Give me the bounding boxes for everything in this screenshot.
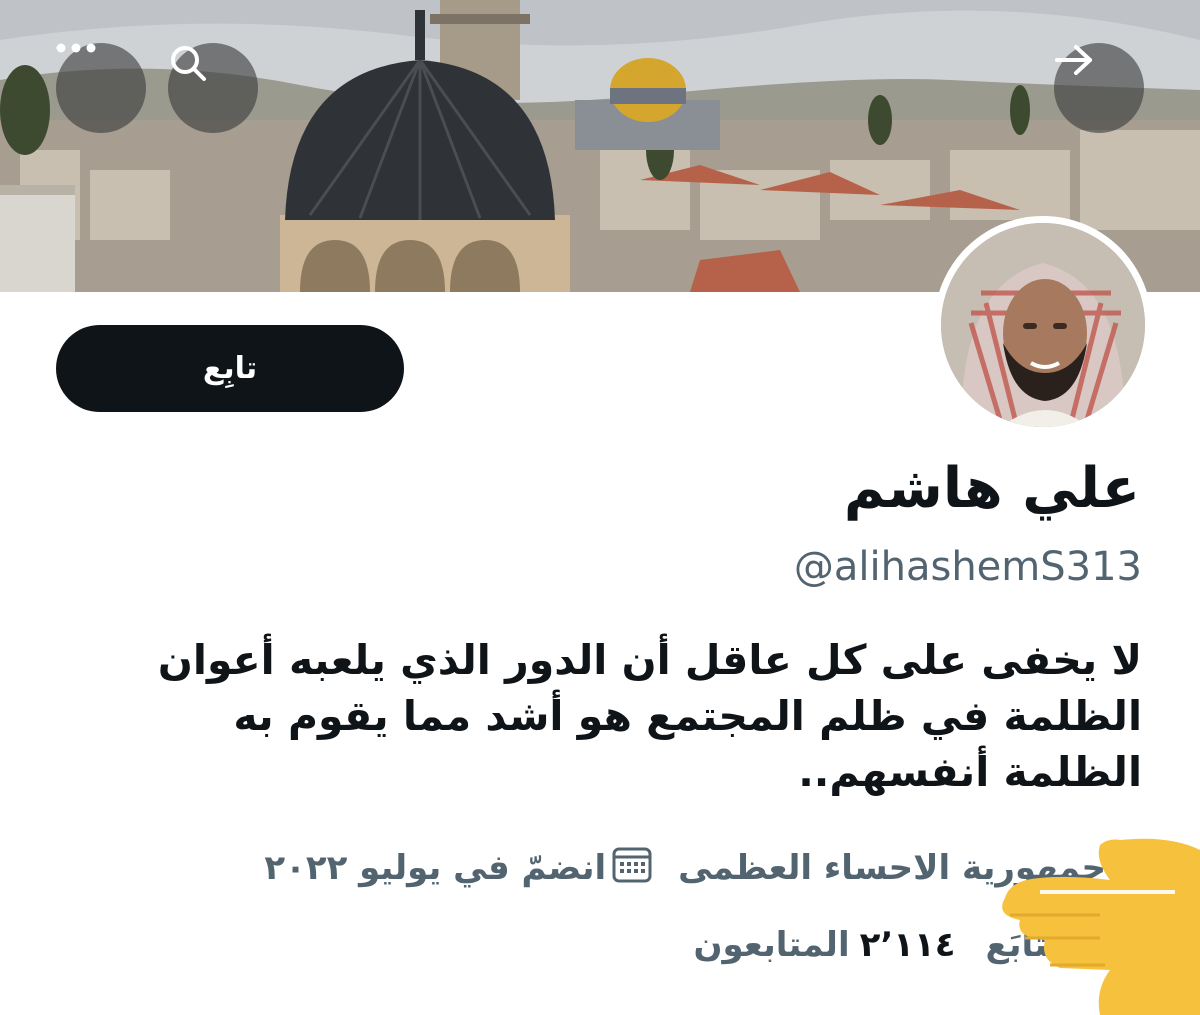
followers-stat[interactable]: ٢٬١١٤ المتابعون xyxy=(693,925,955,965)
display-name: علي هاشم xyxy=(843,456,1140,521)
followers-label: المتابعون xyxy=(693,925,850,965)
back-button[interactable] xyxy=(1054,43,1144,133)
profile-joined: انضمّ في يوليو ٢٠٢٢ xyxy=(264,845,652,892)
search-button[interactable] xyxy=(168,43,258,133)
user-handle: @alihashemS313 xyxy=(793,544,1142,590)
calendar-icon xyxy=(612,845,652,892)
profile-meta: جمهورية الاحساء العظمى انضمّ في يوليو ٢٠… xyxy=(100,838,1140,898)
more-options-button[interactable] xyxy=(56,43,146,133)
avatar xyxy=(941,223,1145,427)
profile-bio: لا يخفى على كل عاقل أن الدور الذي يلعبه … xyxy=(157,636,1142,796)
pointing-hand-icon xyxy=(1000,820,1200,1015)
profile-avatar[interactable] xyxy=(934,216,1152,434)
followers-count: ٢٬١١٤ xyxy=(859,925,956,965)
joined-text: انضمّ في يوليو ٢٠٢٢ xyxy=(264,848,607,888)
follow-button[interactable]: تابِع xyxy=(56,325,404,412)
